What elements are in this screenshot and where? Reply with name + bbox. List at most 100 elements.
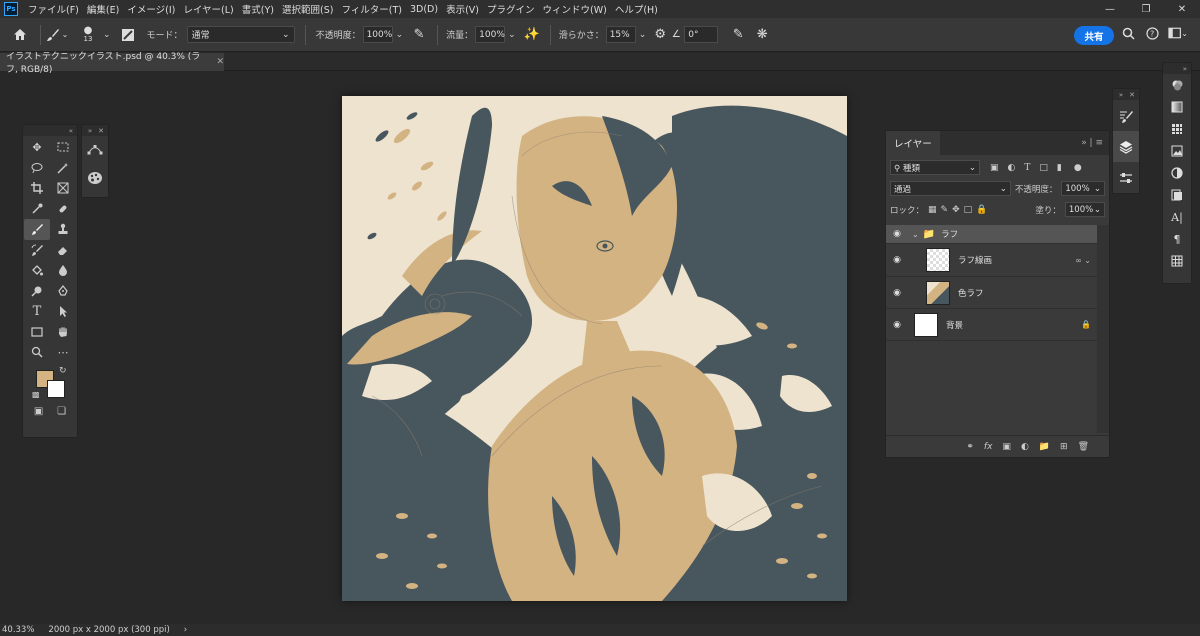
brush-size-picker[interactable]: ● 13 <box>73 26 103 44</box>
menu-file[interactable]: ファイル(F) <box>24 2 83 16</box>
patterns-panel-icon[interactable] <box>1163 184 1191 206</box>
collapse-icon[interactable]: » <box>1119 91 1123 99</box>
filter-smart-object-icon[interactable]: ▮ <box>1057 163 1062 173</box>
quick-mask-icon[interactable]: ▣ <box>34 406 43 417</box>
visibility-eye-icon[interactable]: ◉ <box>886 255 908 265</box>
background-color-swatch[interactable] <box>47 379 65 398</box>
menu-3d[interactable]: 3D(D) <box>406 4 442 15</box>
history-brush-tool-icon[interactable] <box>24 240 50 261</box>
pressure-size-icon[interactable]: ✎ <box>726 27 750 42</box>
help-icon[interactable]: ? <box>1145 27 1159 40</box>
gradients-panel-icon[interactable] <box>1163 96 1191 118</box>
type-tool-icon[interactable]: T <box>24 301 50 322</box>
document-tab[interactable]: イラストテクニックイラスト.psd @ 40.3% (ラフ, RGB/8) ✕ <box>0 52 224 75</box>
mode-select[interactable]: 通常 ⌄ <box>186 26 295 43</box>
brush-angle-input[interactable]: 0° <box>684 26 719 43</box>
collapse-icon[interactable]: » <box>1183 65 1187 73</box>
default-colors-icon[interactable]: ▩ <box>32 390 40 399</box>
libraries-panel-icon[interactable] <box>1163 140 1191 162</box>
brush-preset-icon[interactable]: ⌄ <box>41 28 73 42</box>
color-palette-icon[interactable] <box>82 164 108 192</box>
layer-group-row[interactable]: ◉ ⌄ 📁 ラフ <box>886 225 1097 244</box>
marquee-tool-icon[interactable] <box>50 137 76 158</box>
dodge-tool-icon[interactable] <box>24 281 50 302</box>
filter-toggle-icon[interactable]: ● <box>1074 163 1082 173</box>
close-panel-icon[interactable]: ✕ <box>1129 91 1135 99</box>
right-dock-header[interactable]: » <box>1163 63 1191 74</box>
brush-settings-panel-icon[interactable] <box>117 28 139 42</box>
close-tab-icon[interactable]: ✕ <box>216 57 224 67</box>
lock-transparent-icon[interactable]: ▦ <box>928 205 937 215</box>
link-layers-icon[interactable]: ⚭ <box>966 442 974 452</box>
collapse-icon[interactable]: « <box>69 127 73 135</box>
path-tool-icon[interactable] <box>82 136 108 164</box>
paragraph-panel-icon[interactable]: ¶ <box>1163 228 1191 250</box>
layer-list-scrollbar[interactable] <box>1097 225 1109 433</box>
table-panel-icon[interactable] <box>1163 250 1191 272</box>
path-selection-tool-icon[interactable] <box>50 301 76 322</box>
filter-pixel-icon[interactable]: ▣ <box>990 163 999 173</box>
new-group-folder-icon[interactable]: 📁 <box>1039 442 1050 452</box>
smoothing-settings-gear-icon[interactable]: ⚙ <box>652 27 668 42</box>
color-panel-icon[interactable] <box>1163 74 1191 96</box>
crop-tool-icon[interactable] <box>24 178 50 199</box>
visibility-eye-icon[interactable]: ◉ <box>886 288 908 298</box>
filter-type-icon[interactable]: T <box>1024 163 1030 173</box>
mini-dock-header[interactable]: » ✕ <box>1113 89 1139 100</box>
menu-edit[interactable]: 編集(E) <box>83 2 123 16</box>
status-menu-arrow-icon[interactable]: › <box>184 625 187 635</box>
character-panel-icon[interactable]: A| <box>1163 206 1191 228</box>
screen-mode-icon[interactable]: ❏ <box>57 406 66 417</box>
more-tools-icon[interactable]: ⋯ <box>50 342 76 363</box>
opacity-dropdown-icon[interactable]: ⌄ <box>396 30 404 40</box>
menu-layer[interactable]: レイヤー(L) <box>179 2 237 16</box>
minimize-icon[interactable]: — <box>1092 0 1128 18</box>
adjustments-panel-icon[interactable] <box>1163 162 1191 184</box>
panel-menu-icon[interactable]: » | ≡ <box>1081 138 1109 148</box>
menu-select[interactable]: 選択範囲(S) <box>278 2 337 16</box>
filter-shape-icon[interactable]: □ <box>1039 163 1048 173</box>
menu-filter[interactable]: フィルター(T) <box>337 2 406 16</box>
swatches-panel-icon[interactable] <box>1163 118 1191 140</box>
airbrush-icon[interactable]: ✨ <box>522 27 542 42</box>
menu-plugins[interactable]: プラグイン <box>483 2 539 16</box>
lock-position-icon[interactable]: ✥ <box>952 205 960 215</box>
blur-tool-icon[interactable] <box>50 260 76 281</box>
menu-window[interactable]: ウィンドウ(W) <box>539 2 611 16</box>
visibility-eye-icon[interactable]: ◉ <box>886 229 908 239</box>
fill-input[interactable]: 100% ⌄ <box>1064 202 1105 217</box>
brush-settings-icon[interactable] <box>1113 100 1139 131</box>
smoothing-input[interactable]: 15% <box>605 26 636 43</box>
layer-filter-select[interactable]: ⚲ 種類 ⌄ <box>890 160 980 175</box>
magic-wand-tool-icon[interactable] <box>50 158 76 179</box>
blend-mode-select[interactable]: 通過 ⌄ <box>890 181 1011 196</box>
layer-row[interactable]: ◉ ラフ線画 ∞ ⌄ <box>886 244 1097 277</box>
smoothing-dropdown-icon[interactable]: ⌄ <box>639 30 647 40</box>
share-button[interactable]: 共有 <box>1074 26 1114 45</box>
hand-tool-icon[interactable] <box>50 322 76 343</box>
side-tools-header[interactable]: » ✕ <box>82 125 108 136</box>
eraser-tool-icon[interactable] <box>50 240 76 261</box>
visibility-eye-icon[interactable]: ◉ <box>886 320 908 330</box>
home-icon[interactable] <box>0 28 40 41</box>
lock-artboard-icon[interactable]: □ <box>964 205 973 215</box>
lock-all-icon[interactable]: 🔒 <box>976 205 987 215</box>
rectangle-tool-icon[interactable] <box>24 322 50 343</box>
workspace-icon[interactable]: ⌄ <box>1168 27 1188 39</box>
lock-image-icon[interactable]: ✎ <box>941 205 949 215</box>
flow-dropdown-icon[interactable]: ⌄ <box>508 30 516 40</box>
clone-stamp-tool-icon[interactable] <box>50 219 76 240</box>
close-icon[interactable]: ✕ <box>1164 0 1200 18</box>
pressure-opacity-icon[interactable]: ✎ <box>409 27 429 42</box>
collapse-icon[interactable]: » <box>88 127 92 135</box>
menu-view[interactable]: 表示(V) <box>442 2 483 16</box>
group-expand-chevron-icon[interactable]: ⌄ <box>912 230 919 239</box>
add-mask-icon[interactable]: ▣ <box>1002 442 1011 452</box>
eyedropper-tool-icon[interactable] <box>24 199 50 220</box>
layer-style-fx-icon[interactable]: fx <box>984 442 993 452</box>
brush-tool-icon[interactable] <box>24 219 50 240</box>
opacity-input[interactable]: 100% <box>362 26 393 43</box>
layer-opacity-input[interactable]: 100% ⌄ <box>1061 181 1105 196</box>
close-panel-icon[interactable]: ✕ <box>98 127 104 135</box>
paint-bucket-tool-icon[interactable] <box>24 260 50 281</box>
